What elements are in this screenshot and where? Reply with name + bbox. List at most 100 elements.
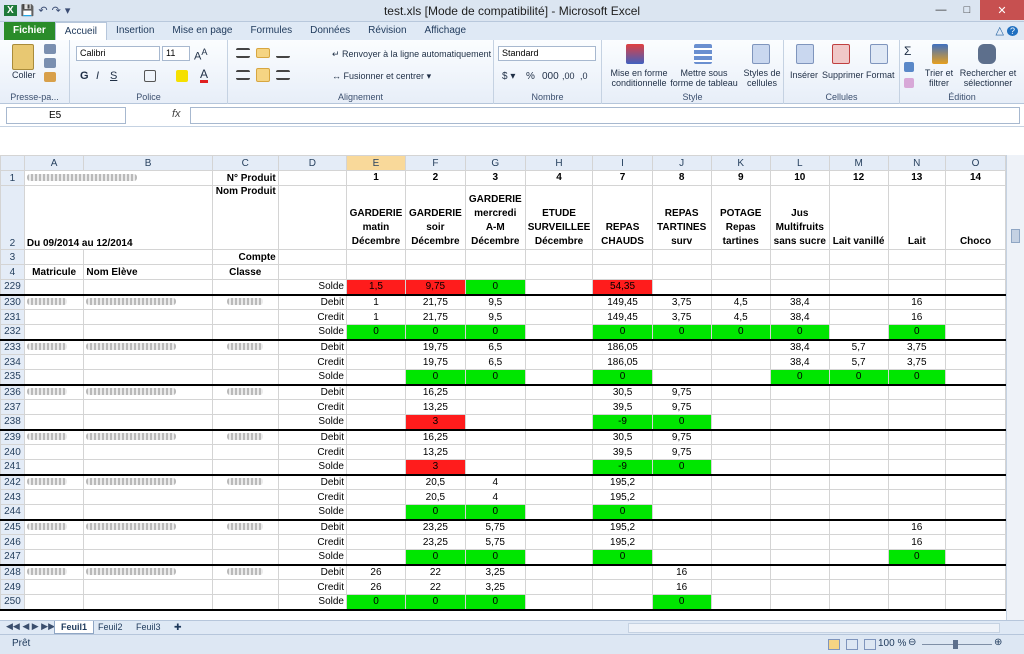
cell[interactable] [404, 249, 466, 265]
font-size-select[interactable]: 11 [162, 46, 190, 61]
cell-amount[interactable]: 1 [346, 309, 406, 325]
cell-amount[interactable]: 16 [887, 294, 947, 310]
cell-class[interactable] [211, 279, 279, 295]
cell-student-name[interactable] [83, 579, 213, 595]
cell-amount[interactable] [524, 459, 594, 475]
copy-icon[interactable] [44, 58, 56, 68]
cell-amount[interactable] [769, 519, 830, 535]
cell-amount[interactable]: 9,75 [651, 444, 712, 460]
cell-product-number[interactable]: 14 [945, 170, 1006, 186]
cell-amount[interactable] [346, 534, 406, 550]
cell-amount[interactable] [828, 384, 889, 400]
cell-class[interactable] [211, 444, 279, 460]
cell-class[interactable] [211, 549, 279, 565]
column-header-e[interactable]: E [346, 155, 406, 171]
format-as-table-button[interactable]: Mettre sous forme de tableau [670, 68, 738, 88]
cell-amount[interactable] [710, 549, 771, 565]
cell-amount[interactable] [464, 444, 526, 460]
cell[interactable] [945, 249, 1006, 265]
cell-account-type[interactable]: Solde [277, 504, 348, 520]
cell-amount[interactable] [945, 369, 1006, 385]
column-header-i[interactable]: I [592, 155, 653, 171]
autosum-icon[interactable]: Σ [904, 44, 911, 58]
cell-amount[interactable] [524, 369, 594, 385]
row-header[interactable]: 242 [0, 474, 25, 490]
cell-amount[interactable]: -9 [592, 459, 653, 475]
minimize-button[interactable]: — [928, 0, 954, 20]
cell-amount[interactable] [346, 339, 406, 355]
row-header[interactable]: 244 [0, 504, 25, 520]
cell-amount[interactable]: 9,75 [651, 399, 712, 415]
cell[interactable] [828, 249, 889, 265]
cell-amount[interactable]: 22 [404, 579, 466, 595]
cell-amount[interactable]: 0 [464, 549, 526, 565]
cell-amount[interactable]: 3,75 [887, 354, 947, 370]
cell-matricule[interactable] [23, 579, 85, 595]
cell-account-type[interactable]: Credit [277, 444, 348, 460]
insert-sheet-icon[interactable]: ✚ [168, 621, 188, 634]
cell[interactable] [651, 264, 712, 280]
cell-amount[interactable]: 0 [651, 594, 712, 610]
tab-accueil[interactable]: Accueil [54, 22, 108, 40]
cell-amount[interactable]: 26 [346, 579, 406, 595]
column-header-g[interactable]: G [464, 155, 526, 171]
cell-amount[interactable] [828, 579, 889, 595]
cell-amount[interactable]: 1 [346, 294, 406, 310]
help-icon[interactable]: ? [1006, 26, 1018, 36]
cell-amount[interactable] [524, 294, 594, 310]
cell-product-number[interactable]: 4 [524, 170, 594, 186]
row-header[interactable]: 234 [0, 354, 25, 370]
cell-account-type[interactable]: Solde [277, 414, 348, 430]
cell-amount[interactable] [828, 444, 889, 460]
cell-amount[interactable]: 16,25 [404, 429, 466, 445]
cell-amount[interactable] [945, 474, 1006, 490]
cell-amount[interactable]: 0 [887, 324, 947, 340]
cell-amount[interactable]: 5,7 [828, 339, 889, 355]
cell-amount[interactable] [710, 459, 771, 475]
cell-class[interactable] [211, 594, 279, 610]
cell-styles-button[interactable]: Styles de cellules [740, 68, 784, 88]
cell-amount[interactable] [945, 549, 1006, 565]
cell-account-type[interactable]: Debit [277, 474, 348, 490]
cell[interactable] [346, 249, 406, 265]
cell-amount[interactable] [710, 474, 771, 490]
align-left-icon[interactable] [236, 70, 250, 80]
bold-icon[interactable]: G [80, 70, 89, 82]
cell-amount[interactable] [887, 489, 947, 505]
cell-amount[interactable] [651, 549, 712, 565]
vertical-scroll-thumb[interactable] [1011, 229, 1020, 243]
cell-account-type[interactable]: Solde [277, 594, 348, 610]
cell-student-name[interactable] [83, 549, 213, 565]
cell-amount[interactable] [651, 489, 712, 505]
cell-amount[interactable] [592, 594, 653, 610]
cell-amount[interactable]: 9,5 [464, 309, 526, 325]
column-header-m[interactable]: M [828, 155, 889, 171]
spreadsheet-grid[interactable]: A B C D E F G H I J K L M N O 1 N° Produ… [0, 155, 1006, 620]
cell-amount[interactable] [945, 354, 1006, 370]
cell-product-number-label[interactable]: N° Produit [211, 170, 279, 186]
cell-amount[interactable] [710, 594, 771, 610]
cell-amount[interactable]: 0 [828, 369, 889, 385]
row-header[interactable]: 250 [0, 594, 25, 610]
cell-amount[interactable]: 21,75 [404, 309, 466, 325]
cell-amount[interactable]: 16 [887, 519, 947, 535]
cell-amount[interactable] [828, 414, 889, 430]
borders-icon[interactable] [144, 70, 156, 82]
cell-account-type[interactable]: Solde [277, 279, 348, 295]
cell-amount[interactable]: 195,2 [592, 474, 653, 490]
cell-student-name[interactable] [83, 369, 213, 385]
cell-amount[interactable]: 30,5 [592, 429, 653, 445]
cell-amount[interactable] [524, 564, 594, 580]
cell-amount[interactable] [346, 489, 406, 505]
cell-amount[interactable] [828, 474, 889, 490]
wrap-text-button[interactable]: ↵ Renvoyer à la ligne automatiquement [332, 49, 491, 60]
cell-amount[interactable] [524, 414, 594, 430]
cell[interactable] [651, 249, 712, 265]
row-header[interactable]: 248 [0, 564, 25, 580]
cell-amount[interactable]: 3,75 [887, 339, 947, 355]
cell-amount[interactable]: 0 [592, 324, 653, 340]
zoom-in-icon[interactable]: ⊕ [994, 637, 1002, 648]
column-header-l[interactable]: L [769, 155, 830, 171]
cell-amount[interactable] [524, 324, 594, 340]
cell-class[interactable] [211, 369, 279, 385]
